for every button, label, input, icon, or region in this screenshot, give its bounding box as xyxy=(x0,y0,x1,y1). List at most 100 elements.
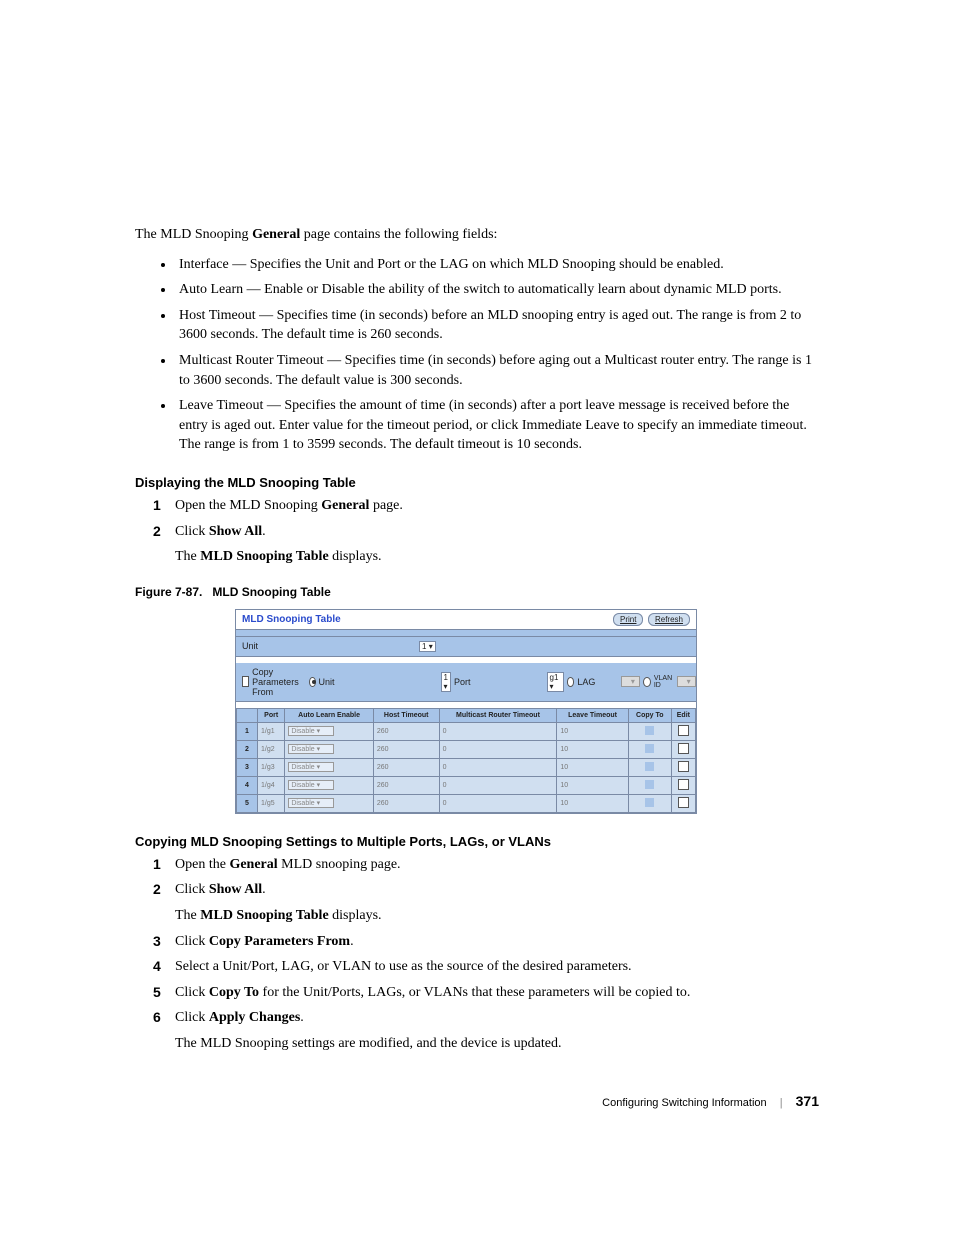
edit-checkbox[interactable] xyxy=(678,779,689,790)
row-idx: 5 xyxy=(237,794,258,812)
heading-copy-settings: Copying MLD Snooping Settings to Multipl… xyxy=(135,834,819,849)
table-row: 41/g4Disable ▾260010 xyxy=(237,776,696,794)
c5-bold: Copy To xyxy=(209,985,259,1000)
row-copyto xyxy=(628,758,671,776)
row-port: 1/g2 xyxy=(258,740,285,758)
figure-title: MLD Snooping Table xyxy=(212,585,330,599)
copy-lag-select[interactable]: ▾ xyxy=(621,676,639,687)
row-edit xyxy=(671,794,695,812)
copy-to-checkbox[interactable] xyxy=(645,744,654,753)
auto-learn-select[interactable]: Disable ▾ xyxy=(288,762,334,772)
step2-sub-prefix: The xyxy=(175,549,200,564)
c1-bold: General xyxy=(229,857,277,872)
copy-from-cell: Copy Parameters From Unit xyxy=(242,667,335,697)
auto-learn-select[interactable]: Disable ▾ xyxy=(288,780,334,790)
auto-learn-select[interactable]: Disable ▾ xyxy=(288,798,334,808)
refresh-button[interactable]: Refresh xyxy=(648,613,690,626)
c2-bold: Show All xyxy=(209,882,262,897)
c2-suffix: . xyxy=(262,882,266,897)
col-mrt: Multicast Router Timeout xyxy=(439,708,557,722)
row-edit xyxy=(671,776,695,794)
copy-vlan-label: VLAN ID xyxy=(654,675,674,689)
edit-checkbox[interactable] xyxy=(678,725,689,736)
row-idx: 3 xyxy=(237,758,258,776)
table-row: 11/g1Disable ▾260010 xyxy=(237,722,696,740)
step2-bold: Show All xyxy=(209,524,262,539)
row-copyto xyxy=(628,740,671,758)
copy-radio-lag[interactable] xyxy=(567,677,575,687)
col-leave-timeout: Leave Timeout xyxy=(557,708,628,722)
row-port: 1/g5 xyxy=(258,794,285,812)
copy-radio-unit[interactable] xyxy=(309,677,316,687)
row-auto: Disable ▾ xyxy=(285,740,374,758)
unit-value: 1 xyxy=(422,642,426,651)
c6-prefix: Click xyxy=(175,1010,209,1025)
intro-prefix: The MLD Snooping xyxy=(135,227,252,242)
row-mrt: 0 xyxy=(439,794,557,812)
step-c4: Select a Unit/Port, LAG, or VLAN to use … xyxy=(153,957,819,977)
unit-select[interactable]: 1 ▾ xyxy=(419,641,436,652)
step2-suffix: . xyxy=(262,524,266,539)
step-c1: Open the General MLD snooping page. xyxy=(153,855,819,875)
copy-unit-select[interactable]: 1 ▾ xyxy=(441,672,451,692)
intro-bold: General xyxy=(252,227,300,242)
step-c2: Click Show All. The MLD Snooping Table d… xyxy=(153,880,819,925)
c2-sub-bold: MLD Snooping Table xyxy=(200,908,328,923)
step2-sub-suffix: displays. xyxy=(329,549,382,564)
c6-bold: Apply Changes xyxy=(209,1010,300,1025)
row-idx: 1 xyxy=(237,722,258,740)
edit-checkbox[interactable] xyxy=(678,797,689,808)
c5-prefix: Click xyxy=(175,985,209,1000)
copy-to-checkbox[interactable] xyxy=(645,762,654,771)
unit-band: Unit 1 ▾ xyxy=(236,637,696,657)
step-c6: Click Apply Changes. The MLD Snooping se… xyxy=(153,1008,819,1053)
intro-suffix: page contains the following fields: xyxy=(300,227,497,242)
intro-paragraph: The MLD Snooping General page contains t… xyxy=(135,225,819,245)
row-mrt: 0 xyxy=(439,758,557,776)
copy-to-checkbox[interactable] xyxy=(645,798,654,807)
step2-sub-bold: MLD Snooping Table xyxy=(200,549,328,564)
panel-buttons: Print Refresh xyxy=(611,614,690,624)
col-host-timeout: Host Timeout xyxy=(373,708,439,722)
table-row: 21/g2Disable ▾260010 xyxy=(237,740,696,758)
auto-learn-select[interactable]: Disable ▾ xyxy=(288,726,334,736)
col-port: Port xyxy=(258,708,285,722)
step-c5: Click Copy To for the Unit/Ports, LAGs, … xyxy=(153,983,819,1003)
panel-title: MLD Snooping Table xyxy=(242,614,341,625)
step-click-show-all: Click Show All. The MLD Snooping Table d… xyxy=(153,522,819,567)
auto-learn-select[interactable]: Disable ▾ xyxy=(288,744,334,754)
col-edit: Edit xyxy=(671,708,695,722)
copy-lag-label: LAG xyxy=(577,677,595,687)
row-leave: 10 xyxy=(557,794,628,812)
step-open-general: Open the MLD Snooping General page. xyxy=(153,496,819,516)
panel-titlebar: MLD Snooping Table Print Refresh xyxy=(236,610,696,630)
bullet-interface: Interface — Specifies the Unit and Port … xyxy=(175,255,819,275)
c6-sub: The MLD Snooping settings are modified, … xyxy=(175,1034,819,1054)
c2-sub-prefix: The xyxy=(175,908,200,923)
copy-checkbox[interactable] xyxy=(242,676,249,687)
footer-separator: | xyxy=(780,1097,783,1109)
copy-unit-label: Unit xyxy=(319,677,335,687)
row-leave: 10 xyxy=(557,758,628,776)
steps-copy-settings: Open the General MLD snooping page. Clic… xyxy=(135,855,819,1054)
row-auto: Disable ▾ xyxy=(285,722,374,740)
field-bullets: Interface — Specifies the Unit and Port … xyxy=(135,255,819,455)
row-mrt: 0 xyxy=(439,776,557,794)
c3-bold: Copy Parameters From xyxy=(209,934,350,949)
copy-radio-vlan[interactable] xyxy=(643,677,651,687)
copy-to-checkbox[interactable] xyxy=(645,780,654,789)
copy-vlan-select[interactable]: ▾ xyxy=(677,676,695,687)
edit-checkbox[interactable] xyxy=(678,743,689,754)
row-idx: 4 xyxy=(237,776,258,794)
row-auto: Disable ▾ xyxy=(285,776,374,794)
row-idx: 2 xyxy=(237,740,258,758)
unit-select-cell: 1 ▾ xyxy=(419,641,436,652)
copy-port-select[interactable]: g1 ▾ xyxy=(547,672,564,692)
edit-checkbox[interactable] xyxy=(678,761,689,772)
c2-sub-suffix: displays. xyxy=(329,908,382,923)
copy-to-checkbox[interactable] xyxy=(645,726,654,735)
mld-snoop-panel: MLD Snooping Table Print Refresh Unit 1 … xyxy=(235,609,697,814)
copy-port-label: Port xyxy=(454,677,471,687)
row-mrt: 0 xyxy=(439,722,557,740)
print-button[interactable]: Print xyxy=(613,613,643,626)
